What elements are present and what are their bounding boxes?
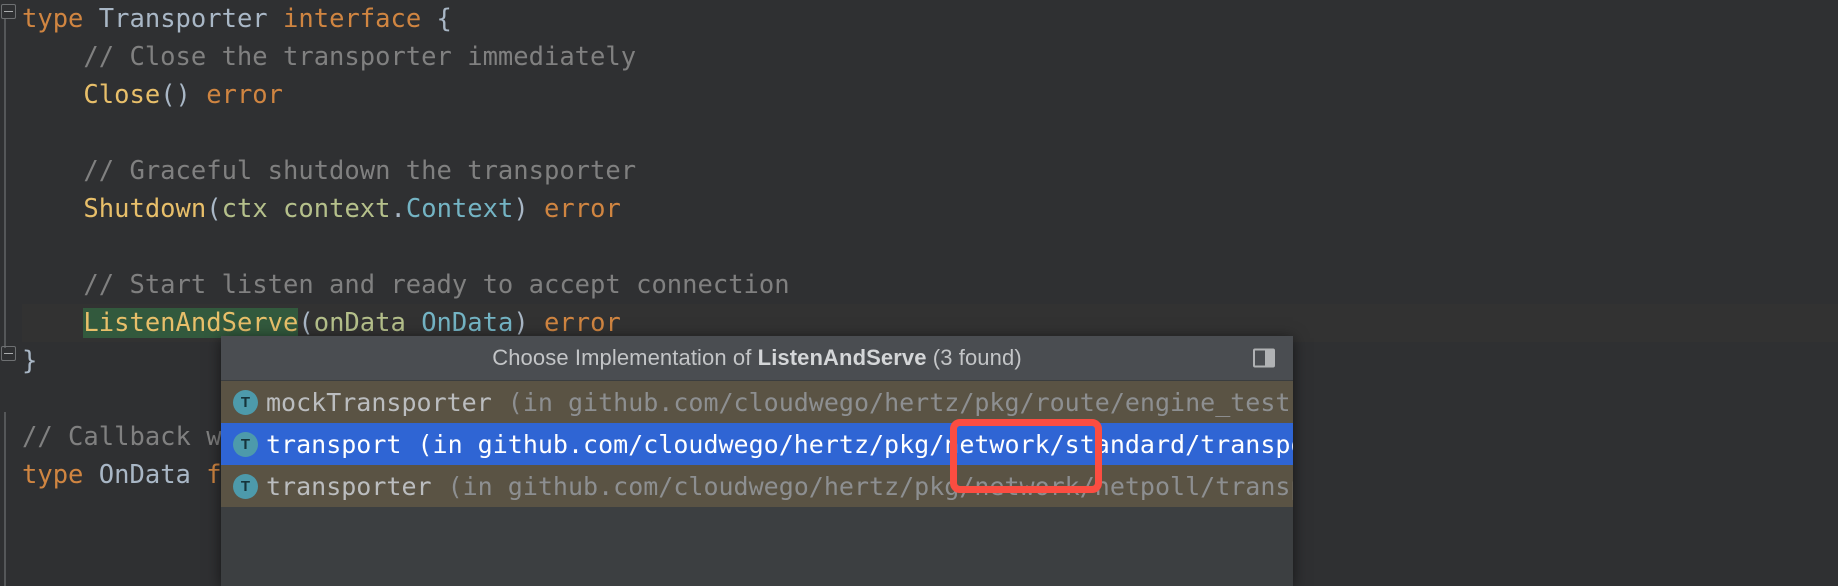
implementation-row[interactable]: Ttransport (in github.com/cloudwego/hertz… (221, 423, 1293, 465)
code-line[interactable] (22, 114, 37, 152)
code-token: } (22, 346, 38, 376)
code-token: ctx (221, 194, 268, 224)
code-token: ) (513, 194, 545, 224)
popup-title: Choose Implementation of ListenAndServe … (492, 345, 1022, 371)
popup-title-symbol: ListenAndServe (757, 345, 927, 370)
code-token: ( (298, 308, 314, 338)
preview-pane-icon[interactable] (1253, 348, 1275, 368)
popup-title-suffix: (3 found) (926, 345, 1022, 370)
implementation-name: transporter (266, 471, 432, 501)
code-token: // Graceful shutdown the transporter (22, 156, 637, 186)
implementation-list[interactable]: TmockTransporter (in github.com/cloudwego… (221, 381, 1293, 507)
code-token: interface (283, 4, 422, 34)
code-token: { (421, 4, 452, 34)
code-token: context (283, 194, 391, 224)
code-token: Transporter (98, 4, 268, 34)
editor-gutter[interactable] (0, 0, 22, 586)
code-line[interactable] (22, 380, 37, 418)
code-token: Shutdown (83, 194, 207, 224)
implementation-location: (in github.com/cloudwego/hertz/pkg/netwo… (447, 471, 1293, 501)
code-line[interactable] (22, 228, 37, 266)
code-token: // Start listen and ready to accept conn… (22, 270, 790, 300)
code-token: type (22, 460, 84, 490)
code-token: Close (83, 80, 161, 110)
code-token: type (22, 4, 84, 34)
search-highlighted-token: ListenAndServe (83, 308, 299, 338)
code-line[interactable]: // Graceful shutdown the transporter (22, 152, 636, 190)
implementation-location: (in github.com/cloudwego/hertz/pkg/route… (507, 387, 1293, 417)
type-badge-icon: T (233, 473, 258, 499)
screenshot-root: type Transporter interface { // Close th… (0, 0, 1838, 586)
code-token: // Close the transporter immediately (22, 42, 637, 72)
code-token: () (160, 80, 207, 110)
code-token: OnData (421, 308, 514, 338)
code-token: error (544, 194, 621, 224)
code-token: ( (206, 194, 222, 224)
code-token: . (390, 194, 406, 224)
popup-header: Choose Implementation of ListenAndServe … (221, 336, 1293, 381)
code-token: error (544, 308, 621, 338)
code-line[interactable]: // Start listen and ready to accept conn… (22, 266, 790, 304)
fold-region-line (4, 18, 6, 348)
fold-marker-interface-end[interactable] (1, 346, 16, 361)
fold-region-line-2 (4, 412, 6, 586)
code-line[interactable]: } (22, 342, 37, 380)
implementation-row[interactable]: Ttransporter (in github.com/cloudwego/her… (221, 465, 1293, 507)
code-line[interactable]: Close() error (22, 76, 283, 114)
code-token: onData (313, 308, 406, 338)
type-badge-icon: T (233, 389, 258, 415)
code-line[interactable]: Shutdown(ctx context.Context) error (22, 190, 621, 228)
code-line[interactable]: type Transporter interface { (22, 0, 452, 38)
popup-title-prefix: Choose Implementation of (492, 345, 758, 370)
implementation-name: mockTransporter (266, 387, 492, 417)
type-badge-icon: T (233, 431, 258, 457)
code-token: OnData (98, 460, 191, 490)
fold-marker-interface[interactable] (1, 4, 16, 19)
code-line[interactable]: // Close the transporter immediately (22, 38, 636, 76)
code-token: Context (405, 194, 514, 224)
code-token: error (206, 80, 284, 110)
choose-implementation-popup[interactable]: Choose Implementation of ListenAndServe … (221, 336, 1293, 586)
implementation-row[interactable]: TmockTransporter (in github.com/cloudwego… (221, 381, 1293, 423)
implementation-name: transport (266, 429, 402, 459)
implementation-location: (in github.com/cloudwego/hertz/pkg/netwo… (417, 429, 1293, 459)
code-token: ) (513, 308, 545, 338)
